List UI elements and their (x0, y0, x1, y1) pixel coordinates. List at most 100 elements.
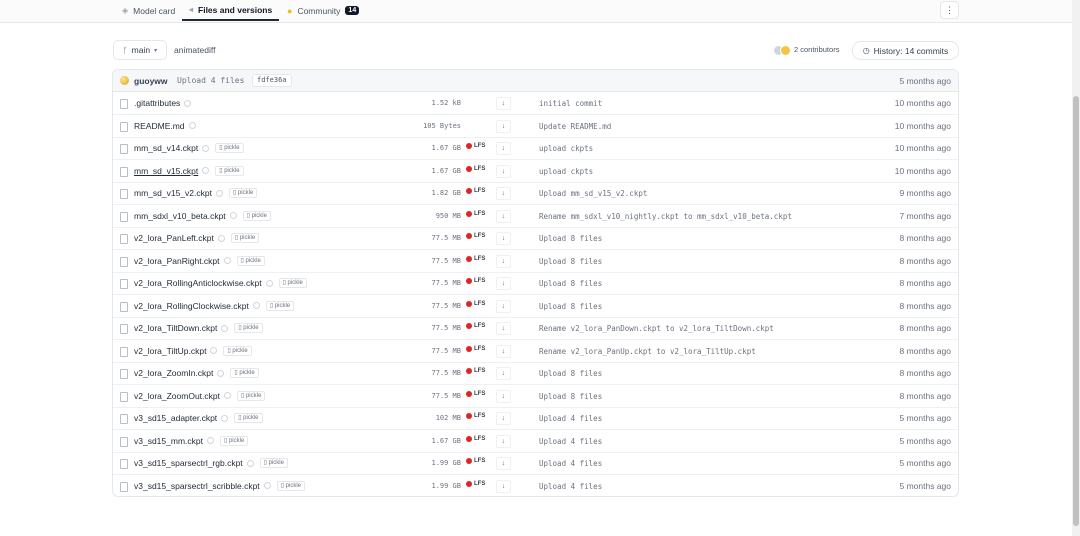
commit-message[interactable]: upload ckpts (539, 144, 593, 153)
download-button[interactable]: ↓ (496, 97, 511, 110)
download-button[interactable]: ↓ (496, 277, 511, 290)
history-button[interactable]: ◷ History: 14 commits (852, 41, 959, 60)
commit-message[interactable]: Upload 8 files (539, 392, 602, 401)
table-row: .gitattributes 1.52 kB ↓ initial commit 10 m… (113, 92, 958, 115)
commit-message[interactable]: Upload 8 files (539, 302, 602, 311)
pickle-badge[interactable]: ▯ pickle (230, 233, 260, 243)
commit-hash[interactable]: fdfe36a (252, 74, 292, 87)
pickle-badge[interactable]: ▯ pickle (276, 480, 305, 491)
file-name-link[interactable]: v2_lora_ZoomIn.ckpt ▯ pickle (134, 368, 259, 378)
download-button[interactable]: ↓ (496, 209, 511, 223)
contributors-link[interactable]: 2 contributors (773, 45, 839, 56)
pickle-badge[interactable]: ▯ pickle (278, 278, 307, 288)
commit-message[interactable]: Rename mm_sdxl_v10_nightly.ckpt to mm_sd… (539, 212, 792, 221)
file-name-link[interactable]: mm_sd_v14.ckpt ▯ pickle (134, 143, 244, 153)
file-icon (120, 189, 128, 199)
download-button[interactable]: ↓ (496, 457, 511, 470)
download-button[interactable]: ↓ (496, 367, 511, 380)
download-button[interactable]: ↓ (496, 119, 511, 133)
file-name-link[interactable]: v2_lora_RollingAnticlockwise.ckpt ▯ pickl… (134, 278, 307, 288)
commit-message[interactable]: Upload 4 files (539, 459, 602, 468)
download-button[interactable]: ↓ (496, 322, 511, 335)
file-name-link[interactable]: v2_lora_ZoomOut.ckpt ▯ pickle (134, 390, 266, 401)
commit-author[interactable]: guoyww (134, 76, 168, 86)
commit-message[interactable]: upload ckpts (539, 167, 593, 176)
file-name: v3_sd15_sparsectrl_rgb.ckpt (134, 458, 243, 468)
pickle-badge[interactable]: ▯ pickle (223, 345, 252, 356)
commit-time: 7 months ago (899, 210, 951, 221)
download-button[interactable]: ↓ (496, 254, 511, 268)
file-name-link[interactable]: v2_lora_TiltUp.ckpt ▯ pickle (134, 345, 252, 356)
lfs-icon (466, 278, 472, 284)
lfs-badge: LFS (466, 368, 485, 374)
file-name-link[interactable]: v3_sd15_sparsectrl_rgb.ckpt ▯ pickle (134, 458, 288, 468)
more-options-button[interactable]: ⋮ (940, 1, 959, 19)
pickle-badge[interactable]: ▯ pickle (236, 390, 266, 401)
commit-message[interactable]: Upload 4 files (539, 437, 602, 446)
download-button[interactable]: ↓ (496, 142, 511, 155)
file-name-link[interactable]: mm_sd_v15_v2.ckpt ▯ pickle (134, 188, 258, 198)
security-scan-icon (210, 347, 218, 354)
pickle-label: pickle (251, 212, 267, 219)
pickle-badge[interactable]: ▯ pickle (242, 210, 271, 221)
commit-message[interactable]: Upload 8 files (539, 257, 602, 266)
file-name-link[interactable]: mm_sd_v15.ckpt ▯ pickle (134, 165, 244, 176)
download-button[interactable]: ↓ (496, 479, 511, 493)
file-icon (120, 414, 128, 424)
commit-message[interactable]: Upload mm_sd_v15_v2.ckpt (539, 189, 647, 198)
download-button[interactable]: ↓ (496, 389, 511, 403)
pickle-badge[interactable]: ▯ pickle (219, 435, 249, 446)
tab-model-card[interactable]: ◈ Model card (122, 0, 175, 21)
commit-message[interactable]: Update README.md (539, 122, 611, 131)
pickle-badge[interactable]: ▯ pickle (236, 255, 265, 266)
breadcrumb-path[interactable]: animatediff (174, 45, 215, 55)
download-button[interactable]: ↓ (496, 164, 511, 178)
commit-message[interactable]: Rename v2_lora_PanDown.ckpt to v2_lora_T… (539, 324, 774, 333)
pickle-badge[interactable]: ▯ pickle (215, 165, 244, 176)
file-name-link[interactable]: v2_lora_RollingClockwise.ckpt ▯ pickle (134, 300, 295, 311)
security-scan-icon (217, 369, 225, 377)
branch-icon: ᚴ (122, 45, 128, 55)
commit-message[interactable]: Upload 8 files (539, 234, 602, 243)
commit-message[interactable]: Upload 4 files (539, 482, 602, 491)
tab-community[interactable]: ● Community 14 (287, 0, 360, 21)
file-name-link[interactable]: v3_sd15_mm.ckpt ▯ pickle (134, 435, 249, 446)
download-icon: ↓ (501, 460, 506, 467)
avatar (780, 45, 791, 56)
tab-files-and-versions[interactable]: ◂ Files and versions (182, 0, 280, 21)
commit-message[interactable]: Upload 8 files (539, 279, 602, 288)
download-button[interactable]: ↓ (496, 299, 511, 313)
lfs-icon (466, 188, 472, 194)
commit-message[interactable]: Upload 4 files (177, 76, 244, 85)
file-name-link[interactable]: v2_lora_PanRight.ckpt ▯ pickle (134, 255, 265, 266)
branch-selector[interactable]: ᚴ main ▾ (113, 40, 167, 60)
file-name-link[interactable]: mm_sdxl_v10_beta.ckpt ▯ pickle (134, 210, 271, 221)
pickle-badge[interactable]: ▯ pickle (230, 368, 259, 378)
pickle-label: pickle (243, 415, 259, 421)
download-button[interactable]: ↓ (496, 187, 511, 200)
file-name-link[interactable]: README.md (134, 121, 196, 131)
pickle-badge[interactable]: ▯ pickle (265, 300, 295, 311)
pickle-badge[interactable]: ▯ pickle (234, 323, 263, 333)
commit-message[interactable]: Upload 8 files (539, 369, 602, 378)
commit-message[interactable]: Upload 4 files (539, 414, 602, 423)
lfs-badge: LFS (466, 210, 485, 217)
pickle-badge[interactable]: ▯ pickle (259, 458, 288, 468)
pickle-badge[interactable]: ▯ pickle (215, 143, 244, 153)
scrollbar-thumb[interactable] (1073, 96, 1079, 526)
community-count-badge: 14 (345, 6, 360, 15)
download-button[interactable]: ↓ (496, 232, 511, 245)
commit-message[interactable]: Rename v2_lora_PanUp.ckpt to v2_lora_Til… (539, 347, 756, 356)
file-name-link[interactable]: v3_sd15_adapter.ckpt ▯ pickle (134, 413, 263, 423)
file-name-link[interactable]: .gitattributes (134, 98, 192, 108)
file-name-link[interactable]: v3_sd15_sparsectrl_scribble.ckpt ▯ pickle (134, 480, 305, 491)
file-name-link[interactable]: v2_lora_TiltDown.ckpt ▯ pickle (134, 323, 263, 333)
pickle-badge[interactable]: ▯ pickle (228, 188, 258, 198)
download-button[interactable]: ↓ (496, 344, 511, 358)
download-button[interactable]: ↓ (496, 412, 511, 425)
file-name-link[interactable]: v2_lora_PanLeft.ckpt ▯ pickle (134, 233, 260, 243)
download-button[interactable]: ↓ (496, 434, 511, 448)
pickle-badge[interactable]: ▯ pickle (234, 413, 263, 423)
commit-message[interactable]: initial commit (539, 99, 602, 108)
download-icon: ↓ (501, 302, 506, 310)
